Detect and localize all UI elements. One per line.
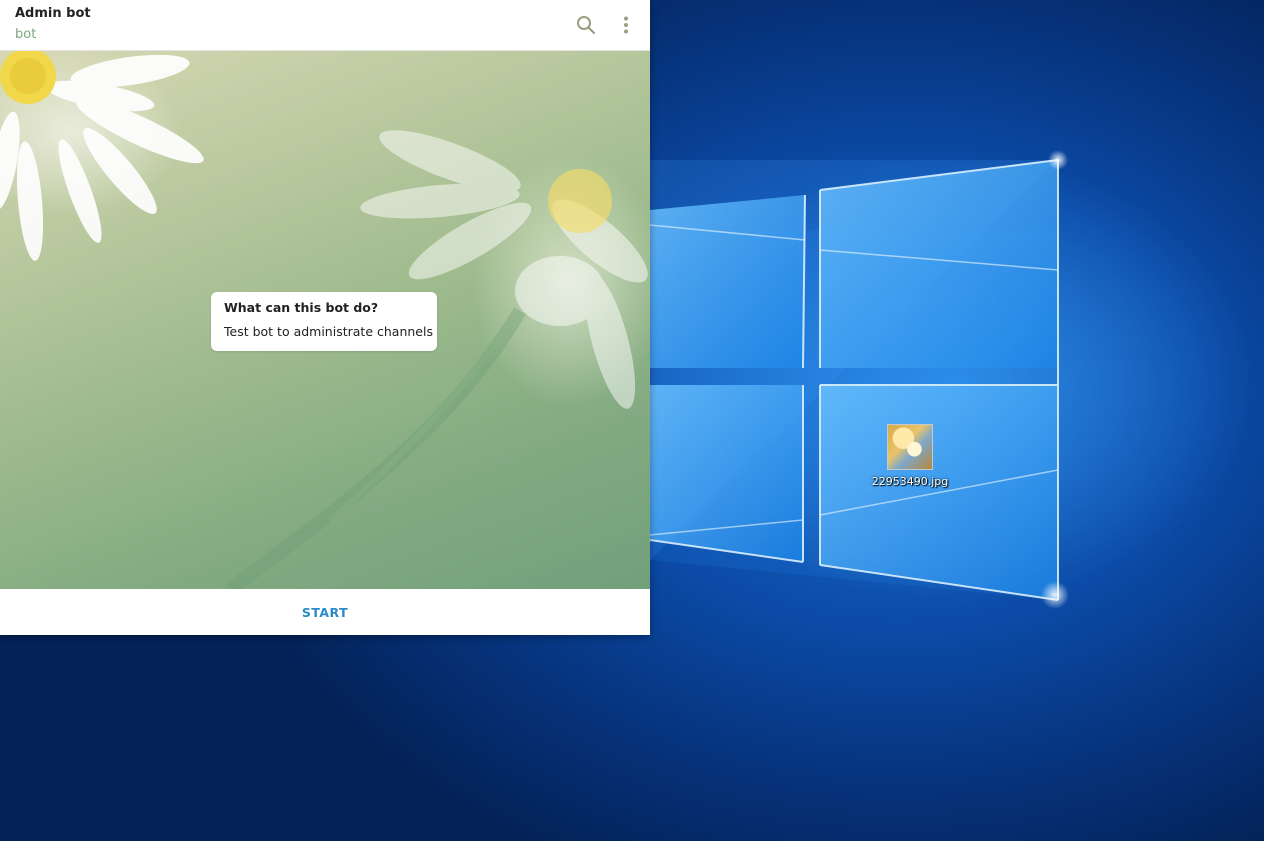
chat-header: Admin bot bot [0,0,650,51]
start-button-label: START [301,604,349,620]
chat-subtitle: bot [15,27,37,42]
start-button[interactable]: START [0,589,650,635]
desktop-file-label: 22953490.jpg [871,475,949,488]
bot-info-heading: What can this bot do? [224,300,379,315]
more-vertical-icon [624,16,628,34]
chat-title[interactable]: Admin bot [15,6,91,21]
bot-info-description: Test bot to administrate channels [224,324,433,339]
search-icon [577,16,596,35]
telegram-chat-window: Admin bot bot What can this bot do? Test… [0,0,650,635]
desktop-file-icon[interactable]: 22953490.jpg [866,424,954,488]
image-file-icon [887,424,933,470]
chat-background: What can this bot do? Test bot to admini… [0,51,650,589]
more-options-button[interactable] [611,10,641,40]
bot-info-card: What can this bot do? Test bot to admini… [211,292,437,351]
search-button[interactable] [571,10,601,40]
